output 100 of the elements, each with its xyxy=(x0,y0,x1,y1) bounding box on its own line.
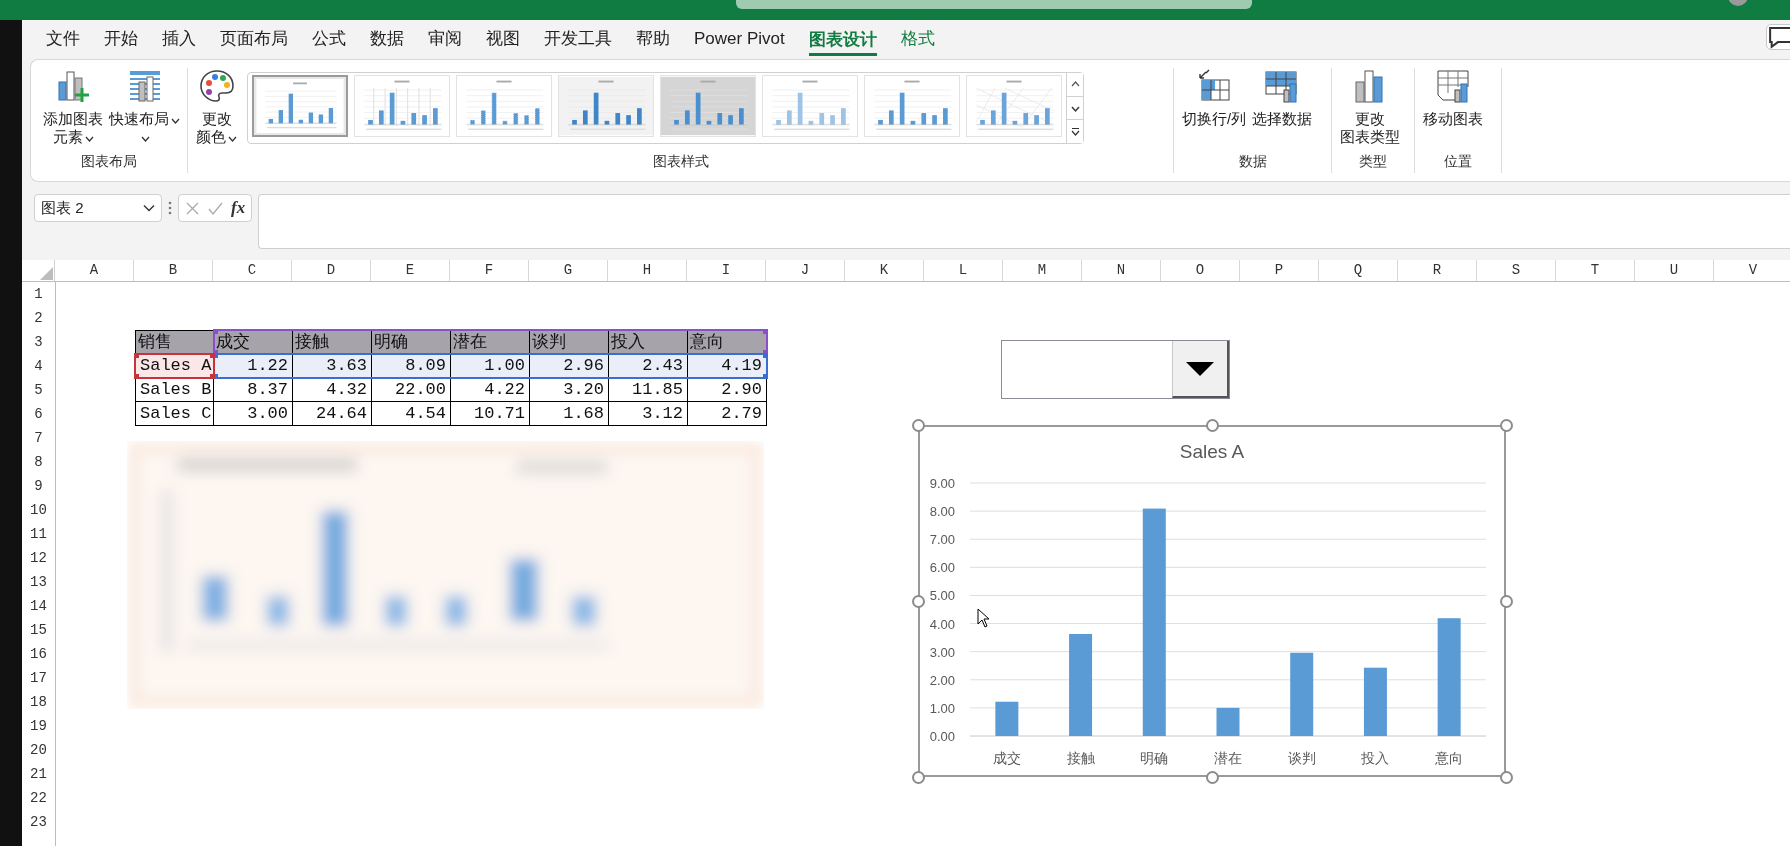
row-header[interactable]: 11 xyxy=(22,522,55,546)
row-header[interactable]: 3 xyxy=(22,330,55,354)
column-header[interactable]: C xyxy=(213,260,292,281)
row-header[interactable]: 5 xyxy=(22,378,55,402)
column-header[interactable]: G xyxy=(529,260,608,281)
row-header[interactable]: 2 xyxy=(22,306,55,330)
table-cell: 24.64 xyxy=(293,402,372,426)
table-cell: 4.32 xyxy=(293,378,372,402)
name-box[interactable]: 图表 2 xyxy=(34,194,162,222)
resize-handle[interactable] xyxy=(1499,418,1513,432)
table-cell: 3.00 xyxy=(214,402,293,426)
column-header[interactable]: Q xyxy=(1319,260,1398,281)
bar[interactable] xyxy=(1216,707,1240,736)
row-header[interactable]: 9 xyxy=(22,474,55,498)
column-header[interactable]: R xyxy=(1398,260,1477,281)
row-header[interactable]: 23 xyxy=(22,810,55,834)
row-header[interactable]: 12 xyxy=(22,546,55,570)
dropdown-field[interactable] xyxy=(1001,340,1230,399)
ribbon-tab[interactable]: 数据 xyxy=(370,20,404,57)
ribbon-tab[interactable]: 插入 xyxy=(162,20,196,57)
ribbon-tab[interactable]: 文件 xyxy=(46,20,80,57)
bar[interactable] xyxy=(1290,652,1314,736)
row-header[interactable]: 1 xyxy=(22,282,55,306)
column-header[interactable]: N xyxy=(1082,260,1161,281)
row-header[interactable]: 22 xyxy=(22,786,55,810)
row-header[interactable]: 21 xyxy=(22,762,55,786)
group-label: 位置 xyxy=(1443,153,1473,171)
ribbon-tab[interactable]: 帮助 xyxy=(636,20,670,57)
style-thumbnail[interactable] xyxy=(252,75,348,137)
ribbon-button[interactable]: 添加图表 元素 xyxy=(41,68,105,146)
ribbon-button[interactable]: 选择数据 xyxy=(1250,68,1315,128)
column-header[interactable]: V xyxy=(1714,260,1790,281)
search-field[interactable] xyxy=(736,0,1252,9)
column-header[interactable]: J xyxy=(766,260,845,281)
ribbon-button[interactable]: 移动图表 xyxy=(1421,68,1485,128)
column-header[interactable]: P xyxy=(1240,260,1319,281)
row-header[interactable]: 18 xyxy=(22,690,55,714)
column-header[interactable]: E xyxy=(371,260,450,281)
row-header[interactable]: 4 xyxy=(22,354,55,378)
table-cell: 2.96 xyxy=(530,354,609,378)
table-cell: 2.79 xyxy=(688,402,767,426)
bar[interactable] xyxy=(1437,618,1461,736)
table-cell: 2.90 xyxy=(688,378,767,402)
column-header[interactable]: L xyxy=(924,260,1003,281)
column-header[interactable]: I xyxy=(687,260,766,281)
bar[interactable] xyxy=(1363,667,1387,736)
column-header[interactable]: M xyxy=(1003,260,1082,281)
row-header[interactable]: 17 xyxy=(22,666,55,690)
row-header[interactable]: 6 xyxy=(22,402,55,426)
ribbon-tab[interactable]: 页面布局 xyxy=(220,20,288,57)
chart-area[interactable]: Sales A 0.00 1.00 2.00 3.00 4.00 5.00 6.00 7.00 8.00 9.00 成交 接触 明确 潜在 谈判 投入 意向 xyxy=(918,425,1506,777)
row-header[interactable]: 14 xyxy=(22,594,55,618)
column-header[interactable]: A xyxy=(55,260,134,281)
row-header[interactable]: 13 xyxy=(22,570,55,594)
ribbon-button[interactable]: 切换行/列 xyxy=(1180,68,1249,128)
column-header[interactable]: U xyxy=(1635,260,1714,281)
column-header[interactable]: B xyxy=(134,260,213,281)
ribbon-button[interactable]: 更改 颜色 xyxy=(194,68,239,146)
column-header[interactable]: K xyxy=(845,260,924,281)
cancel-icon[interactable] xyxy=(185,200,200,216)
ribbon-tab[interactable]: Power Pivot xyxy=(694,20,785,57)
dropdown-button[interactable] xyxy=(1172,341,1229,398)
resize-handle[interactable] xyxy=(911,770,925,784)
row-header[interactable]: 20 xyxy=(22,738,55,762)
comment-button[interactable] xyxy=(1766,24,1790,50)
ribbon-tab[interactable]: 开始 xyxy=(104,20,138,57)
scroll-up-button[interactable] xyxy=(1067,73,1083,97)
axis-label: 5.00 xyxy=(929,588,955,604)
column-header[interactable]: F xyxy=(450,260,529,281)
row-header[interactable]: 8 xyxy=(22,450,55,474)
column-header[interactable]: T xyxy=(1556,260,1635,281)
ribbon-button[interactable]: 更改 图表类型 xyxy=(1338,68,1402,146)
table-cell: 3.63 xyxy=(293,354,372,378)
avatar-icon[interactable] xyxy=(1728,0,1748,6)
resize-handle[interactable] xyxy=(911,418,925,432)
column-header[interactable]: O xyxy=(1161,260,1240,281)
row-header[interactable]: 15 xyxy=(22,618,55,642)
row-header[interactable]: 7 xyxy=(22,426,55,450)
ribbon-tab[interactable]: 开发工具 xyxy=(544,20,612,57)
row-header[interactable]: 16 xyxy=(22,642,55,666)
ribbon-tab[interactable]: 审阅 xyxy=(428,20,462,57)
column-header[interactable]: S xyxy=(1477,260,1556,281)
formula-field[interactable] xyxy=(258,194,1790,249)
axis-label: 谈判 xyxy=(1287,750,1316,766)
check-icon[interactable] xyxy=(208,200,223,216)
row-header[interactable]: 19 xyxy=(22,714,55,738)
insert-function-button[interactable]: fx xyxy=(231,198,246,218)
bar[interactable] xyxy=(1142,508,1166,736)
ribbon-tab[interactable]: 公式 xyxy=(312,20,346,57)
row-header[interactable]: 10 xyxy=(22,498,55,522)
bar[interactable] xyxy=(995,701,1019,736)
axis-label: 意向 xyxy=(1435,750,1464,766)
ribbon-tab[interactable]: 格式 xyxy=(900,20,935,57)
drag-handle-icon[interactable] xyxy=(168,201,172,215)
bar[interactable] xyxy=(1069,633,1093,736)
ribbon-button[interactable]: 快速布局 xyxy=(107,68,182,146)
ribbon-tab[interactable]: 图表设计 xyxy=(808,25,877,56)
column-header[interactable]: H xyxy=(608,260,687,281)
column-header[interactable]: D xyxy=(292,260,371,281)
ribbon-tab[interactable]: 视图 xyxy=(486,20,520,57)
